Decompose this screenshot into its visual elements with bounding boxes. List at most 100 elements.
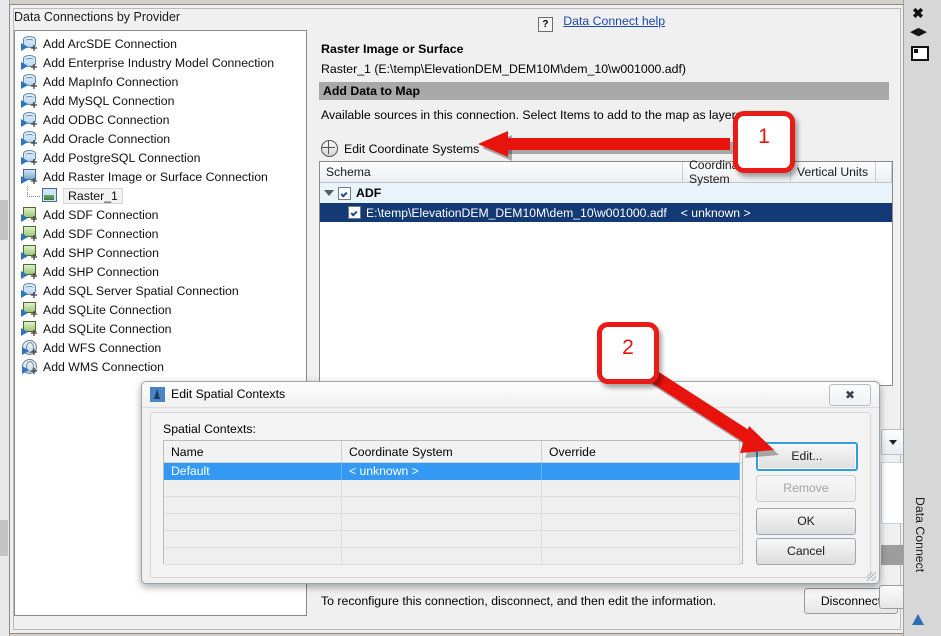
cell-coordinate-system — [342, 548, 542, 565]
cell-name — [164, 531, 342, 548]
spatial-contexts-label: Spatial Contexts: — [163, 422, 256, 436]
list-item-label: Add WMS Connection — [43, 359, 164, 374]
list-item-label: Add SQLite Connection — [43, 321, 172, 336]
background-left-scroll-thumb-2[interactable] — [0, 520, 8, 556]
callout-badge-1: 1 — [733, 111, 795, 173]
list-item[interactable]: Add WFS Connection — [15, 338, 306, 357]
list-item[interactable]: Add SQL Server Spatial Connection — [15, 281, 306, 300]
cancel-button[interactable]: Cancel — [756, 538, 856, 565]
list-item-raster-1[interactable]: Raster_1 — [15, 186, 306, 205]
list-item[interactable]: Add ArcSDE Connection — [15, 34, 306, 53]
autocad-logo-icon — [911, 612, 926, 626]
file-coordinate-system-value: < unknown > — [680, 205, 751, 220]
edit-button[interactable]: Edit... — [756, 442, 858, 471]
dock-tool-buttons: ✖ ◀▶ — [906, 4, 932, 61]
spatial-contexts-header: Name Coordinate System Override — [164, 441, 742, 463]
list-item-label: Add ArcSDE Connection — [43, 36, 177, 51]
list-item[interactable]: Add Enterprise Industry Model Connection — [15, 53, 306, 72]
table-row-empty[interactable] — [164, 514, 742, 531]
data-connect-help-link[interactable]: Data Connect help — [563, 14, 665, 28]
column-header-name[interactable]: Name — [164, 441, 342, 462]
list-item[interactable]: Add SHP Connection — [15, 262, 306, 281]
list-item[interactable]: Add SQLite Connection — [15, 300, 306, 319]
column-header-schema[interactable]: Schema — [320, 162, 683, 182]
list-item[interactable]: Add SHP Connection — [15, 243, 306, 262]
list-item[interactable]: Add MySQL Connection — [15, 91, 306, 110]
cell-name — [164, 480, 342, 497]
table-row-empty[interactable] — [164, 480, 742, 497]
dock-autohide-button[interactable]: ◀▶ — [906, 23, 930, 42]
add-data-to-map-bar: Add Data to Map — [319, 82, 889, 100]
list-item[interactable]: Add SQLite Connection — [15, 319, 306, 338]
background-dark-bar — [881, 545, 905, 565]
spatial-contexts-grid[interactable]: Name Coordinate System Override Default … — [163, 440, 743, 565]
database-connection-icon — [21, 283, 37, 298]
close-icon[interactable]: ✖ — [829, 384, 871, 406]
help-row: ? Data Connect help — [314, 14, 889, 32]
available-sources-text: Available sources in this connection. Se… — [321, 108, 746, 122]
list-item[interactable]: Add ODBC Connection — [15, 110, 306, 129]
ok-button[interactable]: OK — [756, 508, 856, 535]
file-connection-icon — [21, 226, 37, 241]
chevron-down-icon[interactable] — [324, 190, 334, 196]
list-item[interactable]: Add SDF Connection — [15, 224, 306, 243]
list-item-label: Add MapInfo Connection — [43, 74, 179, 89]
globe-icon — [321, 140, 338, 157]
table-row-empty[interactable] — [164, 497, 742, 514]
column-header-vertical-units[interactable]: Vertical Units — [791, 162, 876, 182]
checkbox-adf[interactable] — [338, 186, 351, 200]
remove-button: Remove — [756, 475, 856, 502]
list-item[interactable]: Add MapInfo Connection — [15, 72, 306, 91]
provider-subtitle: Raster_1 (E:\temp\ElevationDEM_DEM10M\de… — [321, 62, 686, 76]
list-item-label: Add SHP Connection — [43, 264, 159, 279]
database-connection-icon — [21, 112, 37, 127]
cell-name — [164, 514, 342, 531]
dock-close-button[interactable]: ✖ — [906, 4, 930, 23]
list-item[interactable]: Add Oracle Connection — [15, 129, 306, 148]
cell-override — [542, 548, 740, 565]
list-item[interactable]: Add SDF Connection — [15, 205, 306, 224]
database-connection-icon — [21, 93, 37, 108]
raster-image-icon — [27, 186, 57, 203]
table-row-group-adf[interactable]: ADF — [320, 183, 892, 203]
resize-grip[interactable] — [867, 572, 876, 581]
table-row-file[interactable]: E:\temp\ElevationDEM_DEM10M\dem_10\w0010… — [320, 203, 892, 222]
cell-override — [542, 480, 740, 497]
cell-override — [542, 531, 740, 548]
web-connection-icon — [21, 359, 37, 374]
database-connection-icon — [21, 131, 37, 146]
cell-coordinate-system — [342, 514, 542, 531]
list-item[interactable]: Add PostgreSQL Connection — [15, 148, 306, 167]
cell-name — [164, 548, 342, 565]
edit-coordinate-systems-button[interactable]: Edit Coordinate Systems — [321, 140, 479, 157]
web-connection-icon — [21, 340, 37, 355]
database-connection-icon — [21, 74, 37, 89]
database-connection-icon — [21, 55, 37, 70]
dialog-title-bar[interactable]: Edit Spatial Contexts ✖ — [142, 382, 879, 408]
cell-name — [164, 497, 342, 514]
column-header-override[interactable]: Override — [542, 441, 740, 462]
edit-coordinate-systems-label: Edit Coordinate Systems — [344, 141, 480, 156]
auto-hide-icon: ◀▶ — [910, 26, 927, 38]
column-header-coordinate-system[interactable]: Coordinate System — [342, 441, 542, 462]
schema-grid-header: Schema Coordinate System Vertical Units — [320, 158, 892, 186]
file-name-label: E:\temp\ElevationDEM_DEM10M\dem_10\w0010… — [366, 205, 667, 220]
table-row-empty[interactable] — [164, 531, 742, 548]
dock-menu-button[interactable] — [906, 42, 930, 61]
cell-coordinate-system — [342, 480, 542, 497]
table-row-default[interactable]: Default < unknown > — [164, 463, 742, 480]
database-connection-icon — [21, 36, 37, 51]
list-item-label: Add SQLite Connection — [43, 302, 172, 317]
background-left-scroll-thumb[interactable] — [0, 200, 8, 240]
file-connection-icon — [21, 321, 37, 336]
list-item-raster-connection[interactable]: Add Raster Image or Surface Connection — [15, 167, 306, 186]
list-item[interactable]: Add WMS Connection — [15, 357, 306, 376]
file-connection-icon — [21, 264, 37, 279]
dialog-body: Spatial Contexts: Name Coordinate System… — [150, 412, 871, 578]
cell-coordinate-system — [342, 497, 542, 514]
help-icon: ? — [537, 17, 553, 32]
table-row-empty[interactable] — [164, 548, 742, 565]
checkbox-file[interactable] — [348, 206, 361, 219]
list-item-label: Add ODBC Connection — [43, 112, 170, 127]
dialog-title: Edit Spatial Contexts — [171, 387, 286, 401]
